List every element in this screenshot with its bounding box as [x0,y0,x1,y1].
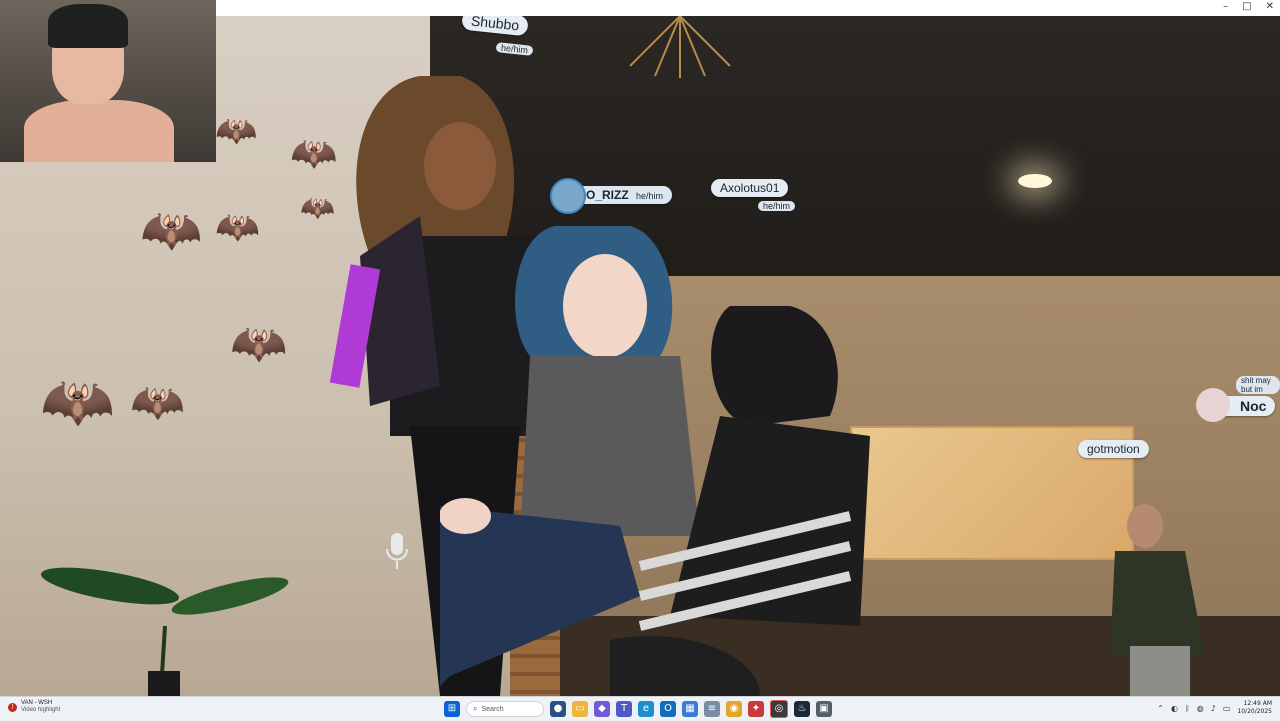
network-icon[interactable]: ◍ [1197,704,1204,713]
avatar-axolotus01[interactable] [610,266,910,696]
taskbar-search[interactable]: ⌕ Search [466,701,544,717]
bluetooth-icon[interactable]: ᛒ [1185,704,1190,713]
search-placeholder: Search [481,705,504,713]
nametag-label: Axolotus01 [720,181,780,195]
webcam-overlay [0,0,216,162]
app-tray-icon[interactable]: ◐ [1171,704,1178,713]
potted-plant [41,567,289,696]
minimize-button[interactable]: – [1223,1,1228,12]
search-icon: ⌕ [473,704,478,713]
avatar-gotmotion[interactable] [1105,496,1225,696]
windows-start-icon[interactable]: ⊞ [444,701,460,717]
streamer-torso [24,100,174,162]
pronoun-tag: he/him [636,191,664,201]
mic-icon [386,533,408,569]
bat-decal-icon: 🦇 [140,201,203,259]
nametag-label: gotmotion [1087,442,1140,456]
teams-icon[interactable]: T [616,701,632,717]
close-button[interactable]: ✕ [1266,1,1274,12]
copilot-icon[interactable]: ◆ [594,701,610,717]
maximize-button[interactable]: □ [1242,1,1251,12]
battery-icon[interactable]: ▭ [1223,704,1231,713]
edge-icon[interactable]: e [638,701,654,717]
bat-decal-icon: 🦇 [215,207,260,248]
bat-decal-icon: 🦇 [215,111,258,151]
pronoun-tag: shit may but im [1236,376,1280,394]
nametag-gotmotion[interactable]: gotmotion [1078,440,1149,458]
nametag-axolotus01[interactable]: Axolotus01 [711,179,789,197]
chrome-icon[interactable]: ◉ [726,701,742,717]
chevron-up-icon[interactable]: ⌃ [1157,704,1164,713]
nametag-label: Noc [1240,398,1267,414]
game-icon[interactable]: ✦ [748,701,764,717]
file-explorer-icon[interactable]: ▭ [572,701,588,717]
bat-decal-icon: 🦇 [230,316,288,370]
nametag-noc[interactable]: Noc [1196,388,1276,422]
avatars-icon[interactable]: ● [550,701,566,717]
taskbar-apps: ⊞ ⌕ Search ● ▭ ◆ T e O ▦ ≡ ◉ ✦ ◎ ♨ ▣ [444,700,832,718]
taskbar-notification[interactable]: ! VAN - WSH Video highlight [8,700,60,714]
store-icon[interactable]: ▦ [682,701,698,717]
window-controls: – □ ✕ [1223,1,1274,12]
system-tray: ⌃ ◐ ᛒ ◍ ♪ ▭ 12:49 AM 10/20/2025 [1157,700,1272,716]
clock-time: 12:49 AM [1243,700,1272,707]
clock-date: 10/20/2025 [1237,708,1272,715]
nametag-label: O_RIZZ [586,188,629,202]
notification-subtitle: Video highlight [21,707,61,713]
volume-icon[interactable]: ♪ [1211,704,1216,713]
nametag-o-rizz[interactable]: O_RIZZ he/him [550,178,673,214]
taskbar-clock[interactable]: 12:49 AM 10/20/2025 [1237,700,1272,716]
steam-icon[interactable]: ♨ [794,701,810,717]
vr-icon[interactable]: ▣ [816,701,832,717]
bat-decal-icon: 🦇 [40,367,115,437]
nametag-label: Shubbo [470,16,520,34]
chandelier-icon [629,16,731,78]
beanie [48,4,128,48]
alert-icon: ! [8,702,17,712]
outlook-icon[interactable]: O [660,701,676,717]
ceiling-light [1018,174,1052,188]
avatar-thumbnail [1196,388,1230,422]
notification-title: VAN - WSH [21,700,53,706]
avatar-thumbnail [550,178,586,214]
pronoun-tag: he/him [758,201,796,211]
obs-icon[interactable]: ◎ [770,700,788,718]
taskbar: ! VAN - WSH Video highlight ⊞ ⌕ Search ●… [0,696,1280,721]
bat-decal-icon: 🦇 [130,377,185,428]
notepad-icon[interactable]: ≡ [704,701,720,717]
